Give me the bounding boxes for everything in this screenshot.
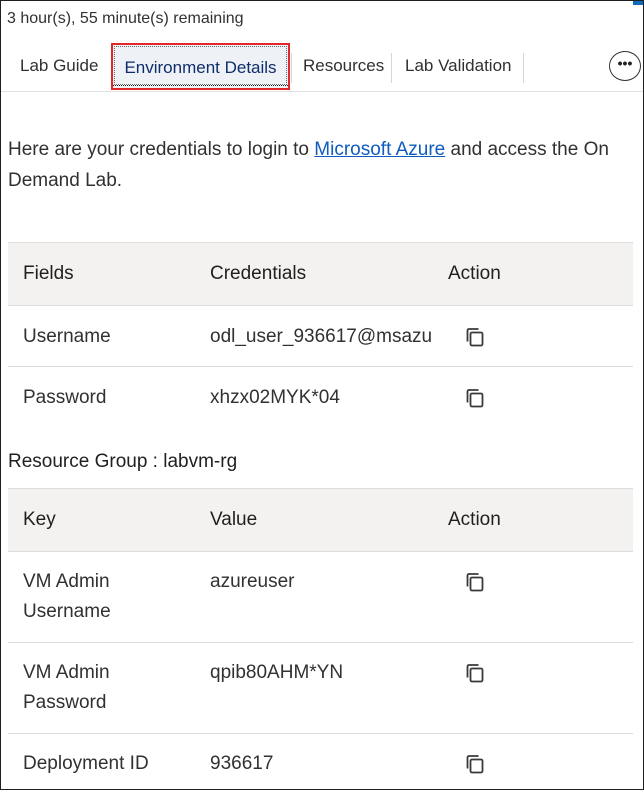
table-header-row: Fields Credentials Action [8,242,633,305]
column-header-action: Action [448,509,501,530]
tab-divider [523,53,524,83]
copy-icon[interactable] [464,571,486,593]
username-value: odl_user_936617@msazu [210,326,433,347]
intro-text-start: Here are your credentials to login to [8,139,315,160]
column-header-fields: Fields [23,263,74,284]
deployment-id-value: 936617 [210,753,274,774]
copy-icon[interactable] [464,753,486,775]
table-row: Username odl_user_936617@msazu [8,305,633,366]
tab-environment-details[interactable]: Environment Details [111,43,290,90]
tab-lab-validation[interactable]: Lab Validation [405,45,512,87]
resource-group-table: Key Value Action [8,488,633,789]
column-header-credentials: Credentials [210,263,307,284]
credentials-table: Fields Credentials Action Username odl_u… [8,242,633,428]
vm-admin-username-value: azureuser [210,571,295,592]
key-deployment-id: Deployment ID [23,753,149,774]
column-header-key: Key [23,509,56,530]
key-vm-admin-password: VM Admin Password [23,662,110,713]
lab-panel: 3 hour(s), 55 minute(s) remaining Lab Gu… [0,0,644,790]
copy-icon[interactable] [464,662,486,684]
tab-divider [291,53,292,83]
password-value: xhzx02MYK*04 [210,387,340,408]
microsoft-azure-link[interactable]: Microsoft Azure [314,139,445,160]
copy-icon[interactable] [464,387,486,409]
tab-lab-guide[interactable]: Lab Guide [20,45,98,87]
copy-icon[interactable] [464,326,486,348]
corner-accent [633,1,643,5]
column-header-action: Action [448,263,501,284]
key-vm-admin-username: VM Admin Username [23,571,111,622]
table-header-row: Key Value Action [8,488,633,551]
column-header-value: Value [210,509,258,530]
intro-text: Here are your credentials to login to Mi… [8,134,628,196]
more-horizontal-icon: ••• [617,55,633,71]
more-options-button[interactable]: ••• [609,51,641,81]
field-password: Password [23,387,107,408]
tab-divider [391,53,392,83]
vm-admin-password-value: qpib80AHM*YN [210,662,344,683]
table-row: Password xhzx02MYK*04 [8,366,633,428]
field-username: Username [23,326,111,347]
tab-bar: Lab Guide Environment Details Resources … [1,41,643,92]
resource-group-label: Resource Group : labvm-rg [8,451,238,472]
time-remaining: 3 hour(s), 55 minute(s) remaining [7,10,244,27]
tab-resources[interactable]: Resources [303,45,384,87]
